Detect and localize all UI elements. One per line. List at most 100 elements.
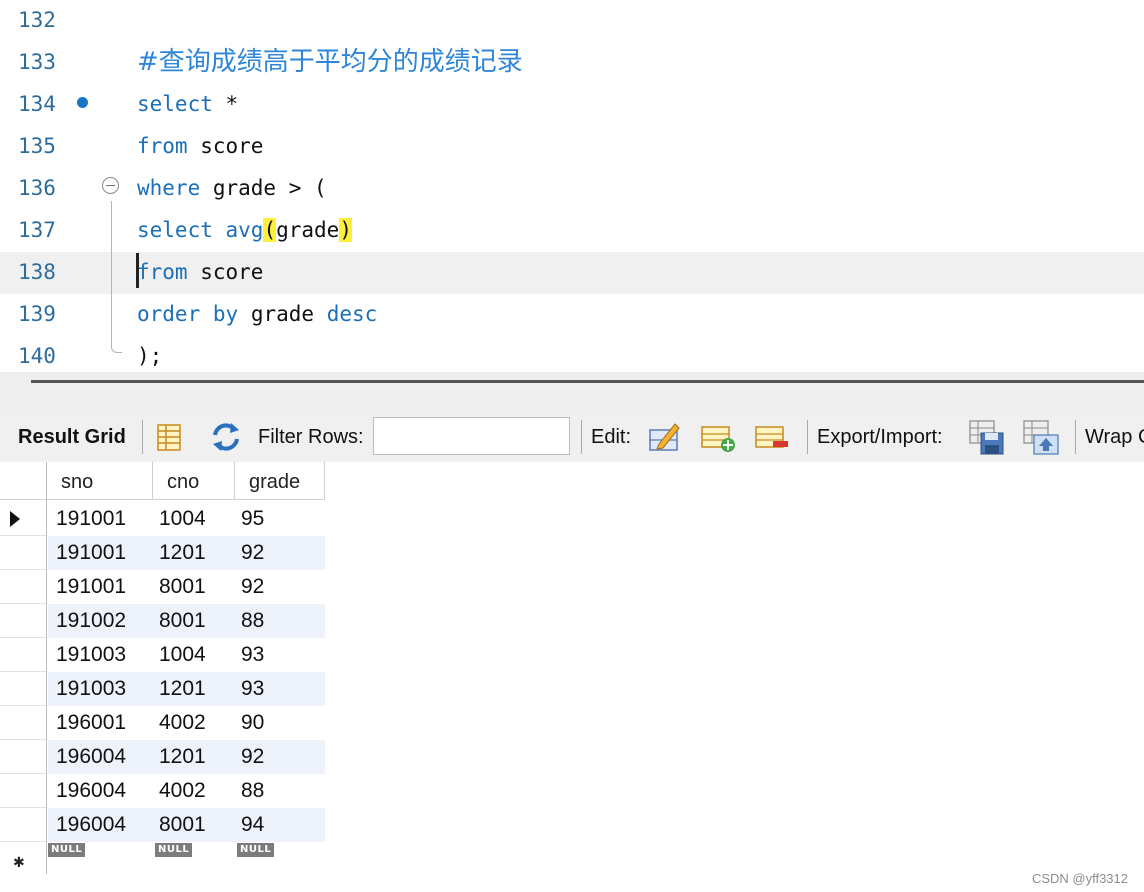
- sql-keyword: order: [137, 302, 201, 326]
- export-icon[interactable]: [968, 418, 1006, 456]
- table-row[interactable]: 196004 1201 92: [0, 740, 325, 774]
- table-row[interactable]: 191003 1004 93: [0, 638, 325, 672]
- sql-keyword: from: [137, 260, 188, 284]
- row-header[interactable]: [0, 672, 46, 706]
- result-grid: sno cno grade 191001 1004 95 191001 1201 92 19…: [0, 462, 1144, 892]
- cell-grade[interactable]: 92: [235, 740, 325, 774]
- sql-keyword: select: [137, 92, 213, 116]
- cell-sno[interactable]: 191001: [48, 536, 153, 570]
- cell-cno[interactable]: 8001: [153, 808, 235, 842]
- fold-collapse-icon[interactable]: [102, 177, 119, 194]
- new-row-placeholder[interactable]: NULL NULL NULL: [0, 840, 325, 874]
- line-number: 132: [18, 8, 56, 32]
- table-row[interactable]: 196004 4002 88: [0, 774, 325, 808]
- code-line[interactable]: 133 #查询成绩高于平均分的成绩记录: [0, 42, 1144, 84]
- line-number: 140: [18, 344, 56, 368]
- cell-sno[interactable]: 191003: [48, 672, 153, 706]
- code-line[interactable]: 134 select *: [0, 84, 1144, 126]
- fold-guide-line: [111, 201, 112, 348]
- column-header-sno[interactable]: sno: [47, 462, 153, 500]
- cell-sno[interactable]: 196004: [48, 774, 153, 808]
- row-header[interactable]: [0, 740, 46, 774]
- cell-cno[interactable]: 1201: [153, 536, 235, 570]
- cell-grade[interactable]: 92: [235, 570, 325, 604]
- cell-cno[interactable]: 1004: [153, 638, 235, 672]
- line-number: 135: [18, 134, 56, 158]
- row-header[interactable]: [0, 706, 46, 740]
- cell-sno[interactable]: 191001: [48, 502, 153, 536]
- cell-sno[interactable]: 191002: [48, 604, 153, 638]
- cell-grade[interactable]: 90: [235, 706, 325, 740]
- sql-editor[interactable]: 132 133 #查询成绩高于平均分的成绩记录 134 select * 135 from …: [0, 0, 1144, 372]
- cell-grade[interactable]: 95: [235, 502, 325, 536]
- sql-keyword: from: [137, 134, 188, 158]
- cell-sno[interactable]: 191003: [48, 638, 153, 672]
- form-view-icon[interactable]: [150, 418, 188, 456]
- cell-cno[interactable]: 1201: [153, 740, 235, 774]
- table-row[interactable]: 191003 1201 93: [0, 672, 325, 706]
- column-header-cno[interactable]: cno: [153, 462, 235, 500]
- cell-cno[interactable]: 1004: [153, 502, 235, 536]
- null-badge-cno: NULL: [155, 843, 193, 857]
- editor-results-splitter[interactable]: [0, 372, 1144, 412]
- line-number: 133: [18, 50, 56, 74]
- row-header[interactable]: [0, 502, 46, 536]
- code-line[interactable]: 135 from score: [0, 126, 1144, 168]
- cell-cno[interactable]: 4002: [153, 774, 235, 808]
- table-row[interactable]: 191001 1004 95: [0, 502, 325, 536]
- table-row[interactable]: 196001 4002 90: [0, 706, 325, 740]
- column-header-grade[interactable]: grade: [235, 462, 325, 500]
- cell-grade[interactable]: 94: [235, 808, 325, 842]
- export-import-label: Export/Import:: [817, 426, 943, 448]
- code-line[interactable]: 136 where grade > (: [0, 168, 1144, 210]
- code-text: #查询成绩高于平均分的成绩记录: [137, 46, 523, 79]
- result-toolbar: Result Grid Filter Rows: Edit: Export/Im…: [0, 412, 1144, 463]
- cell-grade[interactable]: 93: [235, 672, 325, 706]
- cell-sno[interactable]: 196004: [48, 808, 153, 842]
- cell-grade[interactable]: 88: [235, 604, 325, 638]
- table-row[interactable]: 191001 8001 92: [0, 570, 325, 604]
- sql-token: grade: [238, 302, 327, 326]
- code-line[interactable]: 137 select avg(grade): [0, 210, 1144, 252]
- table-row[interactable]: 196004 8001 94: [0, 808, 325, 842]
- breakpoint-dot-icon[interactable]: [77, 97, 88, 108]
- fold-end-marker: [111, 340, 122, 353]
- row-header[interactable]: [0, 808, 46, 842]
- cell-grade[interactable]: 88: [235, 774, 325, 808]
- import-icon[interactable]: [1022, 418, 1060, 456]
- cell-cno[interactable]: 8001: [153, 604, 235, 638]
- row-header[interactable]: [0, 604, 46, 638]
- edit-label: Edit:: [591, 426, 632, 448]
- filter-rows-input[interactable]: [373, 417, 570, 455]
- code-line[interactable]: 139 order by grade desc: [0, 294, 1144, 336]
- cell-grade[interactable]: 93: [235, 638, 325, 672]
- cell-sno[interactable]: 196001: [48, 706, 153, 740]
- line-number: 139: [18, 302, 56, 326]
- cell-cno[interactable]: 1201: [153, 672, 235, 706]
- cell-sno[interactable]: 196004: [48, 740, 153, 774]
- table-row[interactable]: 191001 1201 92: [0, 536, 325, 570]
- insert-row-icon[interactable]: [699, 418, 737, 456]
- cell-sno[interactable]: 191001: [48, 570, 153, 604]
- refresh-icon[interactable]: [207, 418, 245, 456]
- wrap-cell-toggle[interactable]: Wrap C: [1085, 412, 1144, 462]
- result-grid-tab[interactable]: Result Grid: [18, 412, 126, 462]
- table-row[interactable]: 191002 8001 88: [0, 604, 325, 638]
- cell-grade[interactable]: 92: [235, 536, 325, 570]
- sql-token: score: [187, 260, 264, 284]
- edit-row-icon[interactable]: [645, 418, 683, 456]
- delete-row-icon[interactable]: [753, 418, 791, 456]
- sql-token: );: [137, 344, 163, 368]
- cell-cno[interactable]: 8001: [153, 570, 235, 604]
- code-line[interactable]: 138 from score: [0, 252, 1144, 294]
- code-line[interactable]: 132: [0, 0, 1144, 42]
- filter-rows-label: Filter Rows:: [258, 426, 364, 448]
- line-number: 137: [18, 218, 56, 242]
- row-header[interactable]: [0, 774, 46, 808]
- row-header[interactable]: [0, 536, 46, 570]
- cell-cno[interactable]: 4002: [153, 706, 235, 740]
- row-header[interactable]: [0, 570, 46, 604]
- row-header[interactable]: [0, 638, 46, 672]
